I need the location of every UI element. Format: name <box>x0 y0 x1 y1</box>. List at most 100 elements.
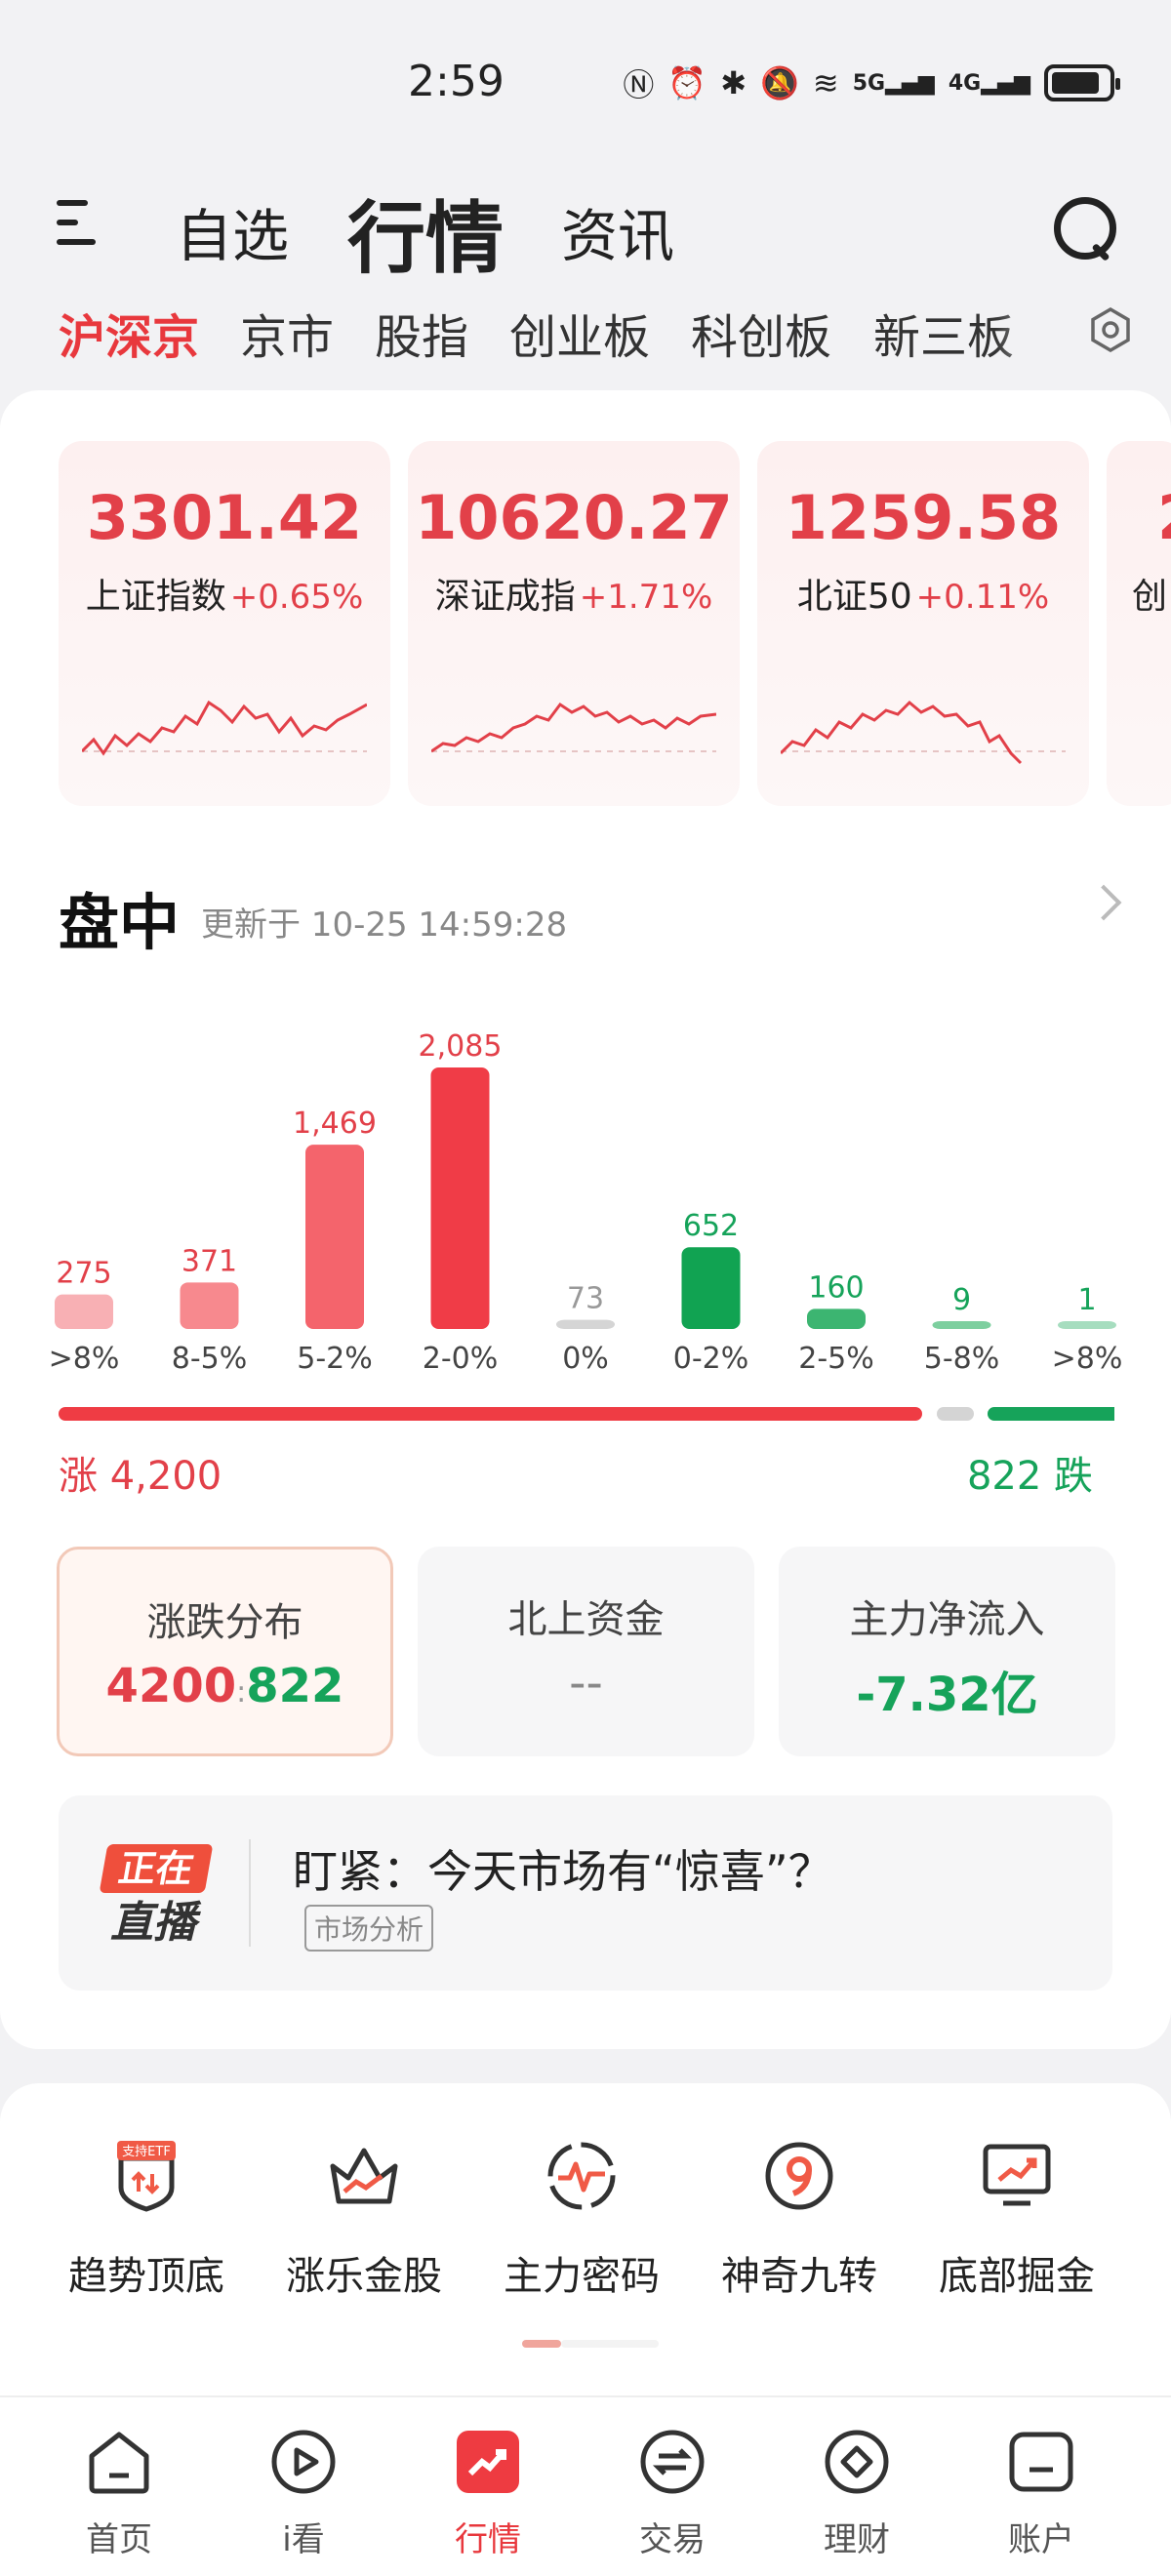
exchange-icon <box>640 2430 705 2494</box>
monitor-chart-icon <box>983 2144 1051 2206</box>
nav-home[interactable]: 首页 <box>51 2425 187 2560</box>
bar-value-label: 160 <box>808 1270 864 1305</box>
tool-label: 涨乐金股 <box>286 2254 442 2299</box>
nav-i-watch[interactable]: i看 <box>235 2425 372 2560</box>
index-name: 上证指数 <box>85 577 226 617</box>
tab-news[interactable]: 资讯 <box>561 190 674 272</box>
home-icon <box>89 2432 149 2494</box>
bar-category-label: 8-5% <box>172 1342 248 1376</box>
subtab-guzhi[interactable]: 股指 <box>375 299 468 367</box>
distribution-bar <box>55 1294 113 1329</box>
trend-shield-icon: 支持ETF <box>117 2141 176 2212</box>
bar-category-label: 5-8% <box>924 1342 1000 1376</box>
update-time: 更新于 10-25 14:59:28 <box>201 906 568 945</box>
bar-value-label: 371 <box>182 1244 237 1278</box>
distribution-bar <box>180 1282 239 1329</box>
mute-icon: 🔕 <box>760 64 799 101</box>
page-indicator-active <box>522 2340 561 2348</box>
subtab-hushenjing[interactable]: 沪深京 <box>59 299 199 367</box>
index-value: 2 <box>1157 482 1171 553</box>
tab-watchlist[interactable]: 自选 <box>176 190 289 272</box>
nav-wealth[interactable]: 理财 <box>788 2425 925 2560</box>
status-time: 2:59 <box>408 57 505 106</box>
nav-market[interactable]: 行情 <box>420 2425 556 2560</box>
index-value: 1259.58 <box>785 482 1062 553</box>
tool-trend-top-bottom[interactable]: 支持ETF 趋势顶底 <box>49 2137 244 2301</box>
stat-up-count: 4200 <box>105 1659 237 1713</box>
live-badge: 正在 直播 <box>98 1844 214 1950</box>
play-icon <box>271 2430 336 2494</box>
rise-fall-distribution-chart[interactable]: 275 >8% 371 8-5% 1,469 5-2% 2,085 2-0% 73 0% 652 0-… <box>0 1015 1171 1386</box>
distribution-bar <box>430 1067 490 1329</box>
subtab-jingshi[interactable]: 京市 <box>240 299 334 367</box>
index-sparkline <box>431 702 716 753</box>
distribution-bar <box>932 1321 991 1329</box>
bar-category-label: 0% <box>562 1342 609 1376</box>
nav-account[interactable]: 账户 <box>973 2425 1110 2560</box>
distribution-bar <box>807 1308 866 1329</box>
stat-title: 主力净流入 <box>849 1597 1045 1642</box>
index-value: 3301.42 <box>86 482 363 553</box>
stat-separator: : <box>236 1675 247 1710</box>
subtab-kechuangban[interactable]: 科创板 <box>691 299 831 367</box>
bar-value-label: 2,085 <box>419 1029 503 1064</box>
tool-magic-nine[interactable]: 神奇九转 <box>702 2137 897 2301</box>
breadth-bar-up <box>59 1407 922 1421</box>
diamond-icon <box>825 2430 889 2494</box>
nav-label: i看 <box>282 2520 325 2559</box>
subtab-chuangyeban[interactable]: 创业板 <box>509 299 650 367</box>
stat-card-distribution[interactable]: 涨跌分布 4200:822 <box>57 1547 393 1756</box>
index-sparkline <box>82 700 367 756</box>
tool-main-force-code[interactable]: 主力密码 <box>484 2137 679 2301</box>
tool-zhangle-gold-stock[interactable]: 涨乐金股 <box>266 2137 462 2301</box>
nav-label: 行情 <box>455 2520 521 2559</box>
index-card-chuangye[interactable]: 2 创 <box>1107 441 1171 806</box>
signal-5g-icon: 5G▂▄▆ <box>852 70 935 96</box>
live-title[interactable]: 盯紧：今天市场有“惊喜”？ <box>293 1836 833 1901</box>
live-tag: 市场分析 <box>304 1905 434 1952</box>
stat-card-main-inflow[interactable]: 主力净流入 -7.32亿 <box>779 1547 1115 1756</box>
distribution-bar <box>556 1319 615 1329</box>
divider <box>249 1839 251 1947</box>
bar-value-label: 1 <box>1077 1283 1096 1317</box>
bar-category-label: >8% <box>49 1342 120 1376</box>
tool-label: 神奇九转 <box>721 2254 877 2299</box>
signal-4g-icon: 4G▂▄▆ <box>948 70 1030 96</box>
index-card-shanghai[interactable]: 3301.42 上证指数 +0.65% <box>59 441 390 806</box>
stat-value: -- <box>569 1656 603 1711</box>
index-card-beizheng50[interactable]: 1259.58 北证50 +0.11% <box>757 441 1089 806</box>
tool-label: 主力密码 <box>504 2254 660 2299</box>
market-icon <box>457 2431 519 2493</box>
nine-icon <box>765 2142 833 2210</box>
menu-icon[interactable] <box>57 200 96 247</box>
settings-icon[interactable] <box>1088 307 1133 352</box>
nav-label: 首页 <box>86 2520 152 2559</box>
subtab-xinsanban[interactable]: 新三板 <box>873 299 1014 367</box>
bar-category-label: 2-5% <box>798 1342 874 1376</box>
nav-label: 账户 <box>1008 2520 1074 2559</box>
index-change: +0.65% <box>229 578 364 617</box>
live-badge-top: 正在 <box>99 1844 214 1893</box>
index-name: 创 <box>1132 577 1168 617</box>
section-title-intraday: 盘中 <box>59 887 181 958</box>
tab-market[interactable]: 行情 <box>347 176 504 289</box>
distribution-bar <box>681 1247 741 1329</box>
index-card-shenzhen[interactable]: 10620.27 深证成指 +1.71% <box>408 441 740 806</box>
bar-value-label: 275 <box>56 1257 111 1291</box>
bar-value-label: 652 <box>683 1209 739 1243</box>
svg-text:支持ETF: 支持ETF <box>122 2145 171 2159</box>
index-name: 北证50 <box>796 577 912 617</box>
nav-trade[interactable]: 交易 <box>604 2425 741 2560</box>
bar-category-label: 5-2% <box>297 1342 373 1376</box>
index-change: +1.71% <box>579 578 713 617</box>
tool-bottom-mining[interactable]: 底部掘金 <box>919 2137 1114 2301</box>
status-icons: Ⓝ ⏰ ✱ 🔕 ≋ 5G▂▄▆ 4G▂▄▆ <box>623 60 1120 105</box>
search-icon[interactable] <box>1052 195 1116 260</box>
index-sparkline <box>781 700 1066 765</box>
account-icon <box>1009 2432 1073 2492</box>
alarm-icon: ⏰ <box>667 64 707 101</box>
stat-card-northbound[interactable]: 北上资金 -- <box>418 1547 754 1756</box>
wifi-icon: ≋ <box>812 64 839 101</box>
crown-icon <box>330 2148 398 2204</box>
distribution-bar <box>1058 1321 1116 1329</box>
